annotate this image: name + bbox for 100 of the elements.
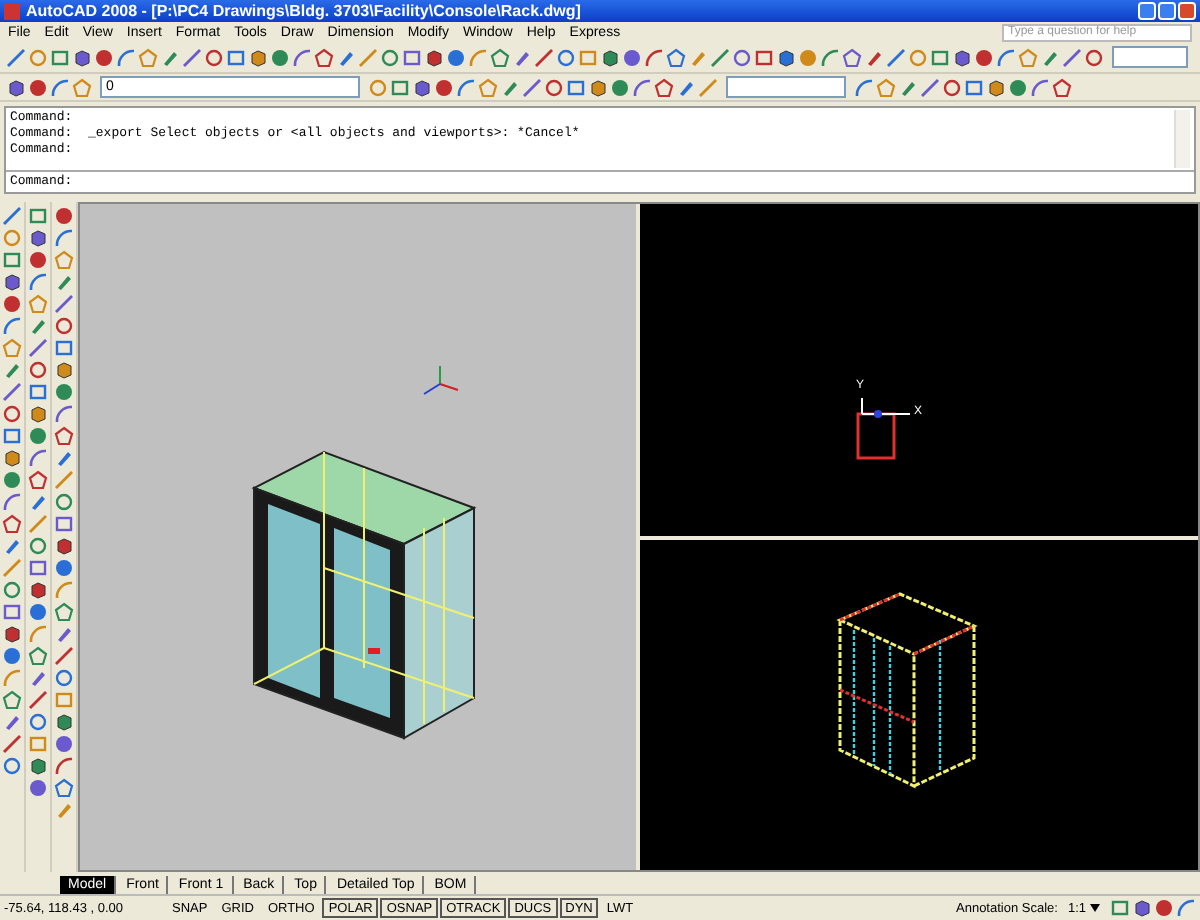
arc-icon[interactable] — [28, 448, 48, 468]
square-icon[interactable] — [566, 77, 586, 97]
scrollbar[interactable] — [1174, 110, 1190, 168]
polygon-icon[interactable] — [2, 338, 22, 358]
sphere-icon[interactable] — [54, 734, 74, 754]
sphere-icon[interactable] — [270, 47, 290, 67]
line-icon[interactable] — [710, 47, 730, 67]
polygon-icon[interactable] — [28, 470, 48, 490]
line-icon[interactable] — [182, 47, 202, 67]
polygon-icon[interactable] — [314, 47, 334, 67]
line-icon[interactable] — [2, 734, 22, 754]
sphere-icon[interactable] — [54, 382, 74, 402]
circle-icon[interactable] — [380, 47, 400, 67]
square-icon[interactable] — [54, 338, 74, 358]
cube-icon[interactable] — [72, 47, 92, 67]
line-icon[interactable] — [698, 77, 718, 97]
square-icon[interactable] — [28, 382, 48, 402]
cube-icon[interactable] — [54, 360, 74, 380]
sphere-icon[interactable] — [28, 77, 48, 97]
sphere-icon[interactable] — [1154, 898, 1174, 918]
circle-icon[interactable] — [1084, 47, 1104, 67]
cube-icon[interactable] — [28, 404, 48, 424]
line-icon[interactable] — [54, 646, 74, 666]
square-icon[interactable] — [964, 77, 984, 97]
circle-icon[interactable] — [732, 47, 752, 67]
circle-icon[interactable] — [204, 47, 224, 67]
arc-icon[interactable] — [2, 492, 22, 512]
square-icon[interactable] — [54, 514, 74, 534]
line-icon[interactable] — [6, 47, 26, 67]
cube-icon[interactable] — [2, 448, 22, 468]
circle-icon[interactable] — [368, 77, 388, 97]
maximize-button[interactable] — [1158, 2, 1176, 20]
dropdown-field[interactable] — [1112, 46, 1188, 68]
line-icon[interactable] — [28, 690, 48, 710]
sphere-icon[interactable] — [54, 558, 74, 578]
cube-icon[interactable] — [2, 272, 22, 292]
line-icon[interactable] — [28, 338, 48, 358]
arc-icon[interactable] — [292, 47, 312, 67]
dropdown-field[interactable] — [726, 76, 846, 98]
arc-icon[interactable] — [2, 668, 22, 688]
arc-icon[interactable] — [54, 228, 74, 248]
circle-icon[interactable] — [54, 316, 74, 336]
circle-icon[interactable] — [2, 404, 22, 424]
circle-icon[interactable] — [28, 712, 48, 732]
sphere-icon[interactable] — [28, 426, 48, 446]
line-icon[interactable] — [920, 77, 940, 97]
cube-icon[interactable] — [248, 47, 268, 67]
square-icon[interactable] — [226, 47, 246, 67]
line-icon[interactable] — [2, 382, 22, 402]
circle-icon[interactable] — [942, 77, 962, 97]
square-icon[interactable] — [50, 47, 70, 67]
circle-icon[interactable] — [28, 536, 48, 556]
square-icon[interactable] — [28, 206, 48, 226]
polygon-icon[interactable] — [54, 426, 74, 446]
polygon-icon[interactable] — [2, 514, 22, 534]
arc-icon[interactable] — [28, 272, 48, 292]
line-icon[interactable] — [358, 47, 378, 67]
square-icon[interactable] — [2, 602, 22, 622]
line-icon[interactable] — [534, 47, 554, 67]
sphere-icon[interactable] — [2, 646, 22, 666]
polygon-icon[interactable] — [2, 690, 22, 710]
sphere-icon[interactable] — [54, 206, 74, 226]
circle-icon[interactable] — [2, 580, 22, 600]
cube-icon[interactable] — [28, 580, 48, 600]
line-icon[interactable] — [54, 470, 74, 490]
arc-icon[interactable] — [54, 756, 74, 776]
sphere-icon[interactable] — [28, 602, 48, 622]
line-icon[interactable] — [1062, 47, 1082, 67]
minimize-button[interactable] — [1138, 2, 1156, 20]
circle-icon[interactable] — [54, 668, 74, 688]
square-icon[interactable] — [2, 426, 22, 446]
cube-icon[interactable] — [1132, 898, 1152, 918]
square-icon[interactable] — [930, 47, 950, 67]
cube-icon[interactable] — [28, 228, 48, 248]
sphere-icon[interactable] — [94, 47, 114, 67]
sphere-icon[interactable] — [2, 470, 22, 490]
line-icon[interactable] — [54, 294, 74, 314]
cube-icon[interactable] — [28, 756, 48, 776]
circle-icon[interactable] — [28, 47, 48, 67]
polygon-icon[interactable] — [72, 77, 92, 97]
arc-icon[interactable] — [50, 77, 70, 97]
circle-icon[interactable] — [908, 47, 928, 67]
arc-icon[interactable] — [2, 316, 22, 336]
cube-icon[interactable] — [2, 624, 22, 644]
square-icon[interactable] — [390, 77, 410, 97]
circle-icon[interactable] — [556, 47, 576, 67]
cube-icon[interactable] — [54, 536, 74, 556]
cube-icon[interactable] — [54, 712, 74, 732]
line-icon[interactable] — [522, 77, 542, 97]
square-icon[interactable] — [1110, 898, 1130, 918]
line-icon[interactable] — [2, 206, 22, 226]
sphere-icon[interactable] — [28, 778, 48, 798]
arc-icon[interactable] — [54, 404, 74, 424]
polygon-icon[interactable] — [138, 47, 158, 67]
polygon-icon[interactable] — [54, 778, 74, 798]
arc-icon[interactable] — [1176, 898, 1196, 918]
close-button[interactable] — [1178, 2, 1196, 20]
cube-icon[interactable] — [776, 47, 796, 67]
circle-icon[interactable] — [2, 756, 22, 776]
square-icon[interactable] — [402, 47, 422, 67]
